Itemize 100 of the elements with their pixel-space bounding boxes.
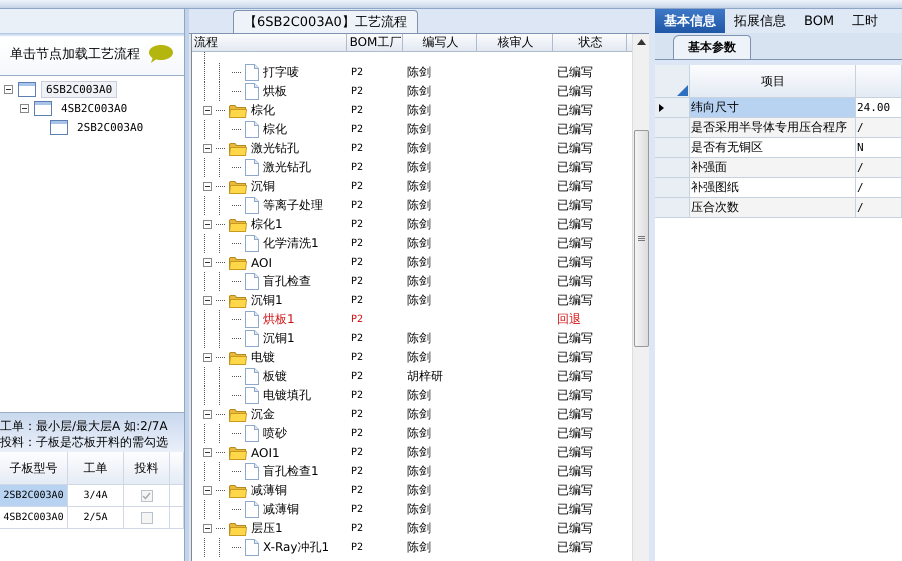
column-header[interactable]: BOM工厂 bbox=[347, 34, 403, 51]
scrollbar-thumb[interactable] bbox=[634, 130, 648, 347]
folder-icon bbox=[229, 294, 247, 308]
table-cell[interactable]: 压合次数 bbox=[690, 198, 856, 218]
tree-node[interactable]: 6SB2C003A0 bbox=[41, 81, 118, 98]
table-cell[interactable]: 纬向尺寸 bbox=[690, 98, 856, 118]
factory-cell-text: P2 bbox=[350, 428, 364, 439]
process-step[interactable]: 层压1 bbox=[251, 520, 283, 537]
status-cell-text: 已编写 bbox=[556, 273, 594, 290]
expander-icon[interactable] bbox=[203, 220, 212, 229]
process-step[interactable]: X-Ray冲孔1 bbox=[263, 539, 330, 556]
status-cell-text: 已编写 bbox=[556, 349, 594, 366]
expander-icon[interactable] bbox=[203, 410, 212, 419]
empty-header-cell bbox=[170, 452, 184, 485]
process-step[interactable]: 等离子处理 bbox=[263, 197, 323, 214]
status-cell-text: 已编写 bbox=[556, 197, 594, 214]
document-icon bbox=[245, 235, 259, 252]
process-step[interactable]: 棕化 bbox=[263, 121, 287, 138]
column-header[interactable]: 编写人 bbox=[403, 34, 477, 51]
status-cell-text: 已编写 bbox=[556, 254, 594, 271]
expander-icon[interactable] bbox=[203, 258, 212, 267]
folder-icon bbox=[229, 522, 247, 536]
factory-cell-text: P2 bbox=[350, 162, 364, 173]
process-step[interactable]: 盲孔检查1 bbox=[263, 463, 319, 480]
table-cell[interactable]: 是否采用半导体专用压合程序 bbox=[690, 118, 856, 138]
status-cell-text: 已编写 bbox=[556, 406, 594, 423]
process-step[interactable]: 减薄铜 bbox=[263, 501, 299, 518]
expander-icon[interactable] bbox=[203, 144, 212, 153]
subtab[interactable]: 基本参数 bbox=[673, 35, 751, 59]
factory-cell-text: P2 bbox=[350, 124, 364, 135]
corner-triangle-icon bbox=[677, 85, 688, 96]
process-step[interactable]: 沉铜1 bbox=[251, 292, 283, 309]
folder-icon bbox=[229, 446, 247, 460]
column-header[interactable]: 工单 bbox=[68, 452, 124, 485]
folder-icon bbox=[229, 104, 247, 118]
process-step[interactable]: 盲孔检查 bbox=[263, 273, 311, 290]
tab[interactable]: 工时 bbox=[843, 9, 888, 33]
expander-icon[interactable] bbox=[203, 106, 212, 115]
process-step[interactable]: 板镀 bbox=[263, 368, 287, 385]
expander-icon[interactable] bbox=[203, 524, 212, 533]
process-step[interactable]: 激光钻孔 bbox=[251, 140, 299, 157]
writer-cell-text: 陈剑 bbox=[406, 349, 432, 366]
document-icon bbox=[245, 64, 259, 81]
process-step[interactable]: 沉铜 bbox=[251, 178, 275, 195]
process-step[interactable]: 激光钻孔 bbox=[263, 159, 311, 176]
writer-cell-text: 陈剑 bbox=[406, 463, 432, 480]
process-step[interactable]: 棕化 bbox=[251, 102, 275, 119]
column-header[interactable]: 投料 bbox=[124, 452, 170, 485]
column-header[interactable]: 项目 bbox=[690, 65, 856, 98]
process-step[interactable]: 烘板1 bbox=[263, 311, 295, 328]
column-header[interactable]: 状态 bbox=[553, 34, 627, 51]
folder-icon bbox=[229, 350, 247, 364]
process-step[interactable]: 沉铜1 bbox=[263, 330, 295, 347]
panel-title-tab[interactable]: 【6SB2C003A0】工艺流程 bbox=[233, 10, 418, 33]
expander-icon[interactable] bbox=[4, 85, 13, 94]
tab[interactable]: 基本信息 bbox=[655, 9, 725, 33]
expander-icon[interactable] bbox=[20, 104, 29, 113]
folder-icon bbox=[229, 256, 247, 270]
process-step[interactable]: 电镀 bbox=[251, 349, 275, 366]
process-step[interactable]: 打字唛 bbox=[263, 64, 299, 81]
factory-cell-text: P2 bbox=[350, 352, 364, 363]
expander-icon[interactable] bbox=[203, 296, 212, 305]
factory-cell-text: P2 bbox=[350, 466, 364, 477]
folder-icon bbox=[229, 408, 247, 422]
process-step[interactable]: 烘板 bbox=[263, 83, 287, 100]
table-cell[interactable]: 补强面 bbox=[690, 158, 856, 178]
process-step[interactable]: 棕化1 bbox=[251, 216, 283, 233]
process-step[interactable]: 喷砂 bbox=[263, 425, 287, 442]
expander-icon[interactable] bbox=[203, 182, 212, 191]
expander-icon[interactable] bbox=[203, 486, 212, 495]
process-step[interactable]: 减薄铜 bbox=[251, 482, 287, 499]
column-header[interactable]: 子板型号 bbox=[0, 452, 68, 485]
factory-cell-text: P2 bbox=[350, 257, 364, 268]
row-header[interactable] bbox=[655, 98, 690, 118]
status-cell-text: 已编写 bbox=[556, 64, 594, 81]
process-step[interactable]: 沉金 bbox=[251, 406, 275, 423]
column-header[interactable]: 核审人 bbox=[477, 34, 553, 51]
factory-cell-text: P2 bbox=[350, 143, 364, 154]
status-cell-text: 已编写 bbox=[556, 330, 594, 347]
status-cell-text: 已编写 bbox=[556, 216, 594, 233]
status-cell-text: 已编写 bbox=[556, 121, 594, 138]
tree-node[interactable]: 2SB2C003A0 bbox=[73, 120, 148, 135]
factory-cell-text: P2 bbox=[350, 409, 364, 420]
expander-icon[interactable] bbox=[203, 353, 212, 362]
factory-cell-text: P2 bbox=[350, 86, 364, 97]
process-step[interactable]: 电镀填孔 bbox=[263, 387, 311, 404]
table-cell: 2/5A bbox=[68, 507, 124, 529]
tab[interactable]: BOM bbox=[795, 9, 844, 33]
factory-cell-text: P2 bbox=[350, 390, 364, 401]
process-step[interactable]: AOI bbox=[251, 256, 272, 270]
process-step[interactable]: 化学清洗1 bbox=[263, 235, 319, 252]
factory-cell-text: P2 bbox=[350, 67, 364, 78]
tab[interactable]: 拓展信息 bbox=[725, 9, 795, 33]
process-step[interactable]: AOI1 bbox=[251, 446, 280, 460]
tree-node[interactable]: 4SB2C003A0 bbox=[57, 101, 132, 116]
speech-bubble-icon bbox=[148, 44, 174, 64]
status-cell-text: 已编写 bbox=[556, 368, 594, 385]
column-header[interactable]: 流程 bbox=[192, 34, 347, 51]
expander-icon[interactable] bbox=[203, 448, 212, 457]
scroll-up-icon[interactable] bbox=[636, 39, 646, 45]
